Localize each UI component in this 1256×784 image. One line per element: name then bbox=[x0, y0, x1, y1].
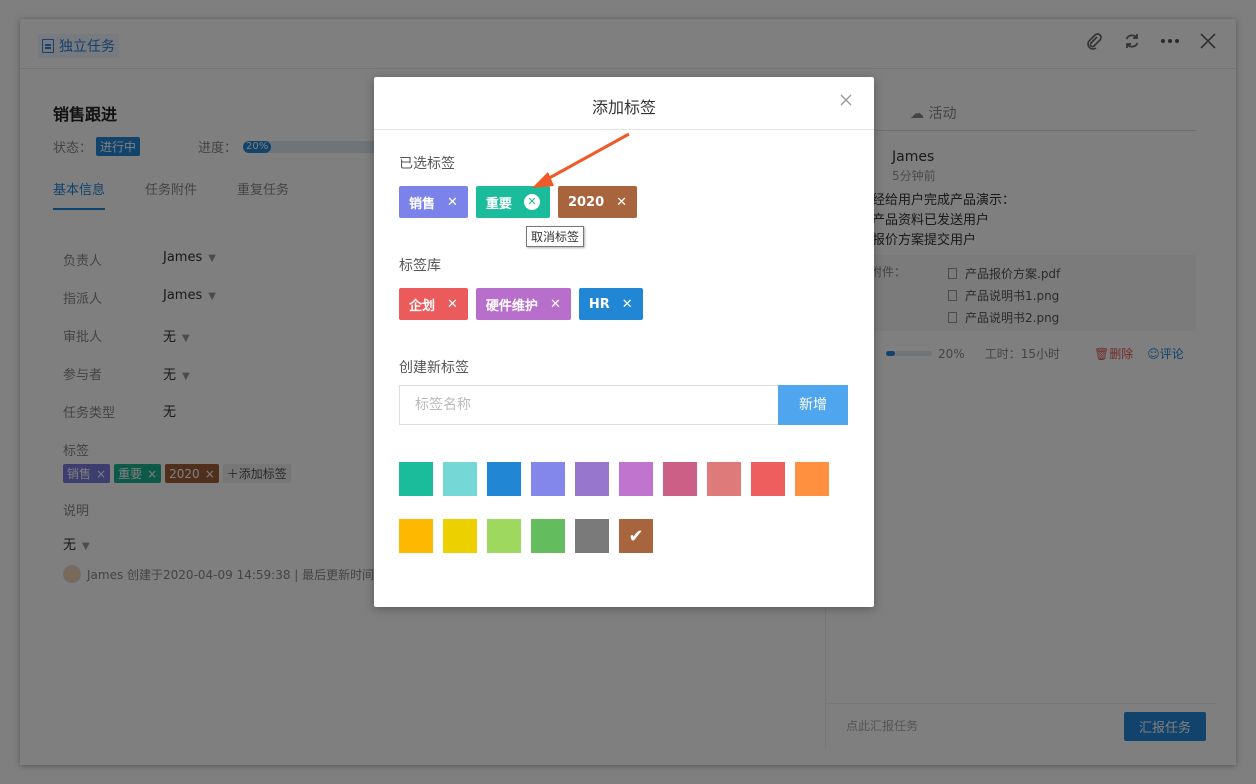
dialog-title: 添加标签 bbox=[591, 98, 656, 117]
library-tag-label: HR bbox=[588, 296, 610, 312]
selected-tag-label: 销售 bbox=[409, 196, 436, 212]
selected-tag[interactable]: 销售 ✕ bbox=[399, 186, 468, 218]
create-tag-form: 新增 bbox=[399, 385, 848, 425]
color-swatch[interactable] bbox=[487, 519, 521, 553]
tag-library-label: 标签库 bbox=[399, 258, 441, 274]
color-swatch[interactable] bbox=[663, 462, 697, 496]
remove-tag-icon[interactable]: ✕ bbox=[622, 297, 633, 312]
remove-tag-icon[interactable]: ✕ bbox=[550, 297, 561, 312]
color-swatch[interactable] bbox=[399, 462, 433, 496]
library-tag[interactable]: 硬件维护 ✕ bbox=[475, 288, 571, 320]
selected-tags-label: 已选标签 bbox=[399, 156, 455, 172]
selected-tag-label: 重要 bbox=[485, 196, 512, 212]
remove-tag-icon[interactable]: ✕ bbox=[523, 194, 540, 210]
close-icon[interactable] bbox=[838, 93, 854, 109]
color-swatch[interactable] bbox=[751, 462, 785, 496]
color-swatch[interactable] bbox=[487, 462, 521, 496]
dialog-header: 添加标签 bbox=[374, 77, 874, 130]
remove-tag-tooltip: 取消标签 bbox=[526, 226, 585, 247]
annotation-arrow-icon bbox=[532, 132, 630, 188]
color-swatch-selected[interactable]: ✔ bbox=[619, 519, 653, 553]
create-tag-label: 创建新标签 bbox=[399, 360, 469, 376]
selected-tag-label: 2020 bbox=[567, 194, 605, 210]
remove-tag-icon[interactable]: ✕ bbox=[616, 195, 627, 210]
color-swatch[interactable] bbox=[443, 519, 477, 553]
color-swatch[interactable] bbox=[399, 519, 433, 553]
library-tag-label: 企划 bbox=[409, 298, 436, 314]
checkmark-icon: ✔ bbox=[628, 525, 644, 547]
remove-tag-icon[interactable]: ✕ bbox=[447, 195, 458, 210]
color-swatch[interactable] bbox=[443, 462, 477, 496]
remove-tag-icon[interactable]: ✕ bbox=[447, 297, 458, 312]
color-swatch[interactable] bbox=[531, 519, 565, 553]
library-tag-label: 硬件维护 bbox=[485, 298, 538, 314]
color-swatch[interactable] bbox=[575, 462, 609, 496]
library-tag[interactable]: HR ✕ bbox=[578, 288, 643, 320]
color-swatch[interactable] bbox=[619, 462, 653, 496]
tag-name-input[interactable] bbox=[399, 385, 778, 425]
add-tag-submit-button[interactable]: 新增 bbox=[778, 385, 848, 425]
add-tag-dialog: 添加标签 已选标签 销售 ✕ 重要 ✕ 2020 ✕ 取消标签 标签库 企划 ✕… bbox=[374, 77, 874, 607]
color-swatches-row-2: ✔ bbox=[399, 519, 653, 553]
color-swatch[interactable] bbox=[795, 462, 829, 496]
color-swatches-row-1 bbox=[399, 462, 829, 496]
color-swatch[interactable] bbox=[575, 519, 609, 553]
color-swatch[interactable] bbox=[707, 462, 741, 496]
color-swatch[interactable] bbox=[531, 462, 565, 496]
tag-library: 企划 ✕ 硬件维护 ✕ HR ✕ bbox=[399, 288, 643, 320]
library-tag[interactable]: 企划 ✕ bbox=[399, 288, 468, 320]
